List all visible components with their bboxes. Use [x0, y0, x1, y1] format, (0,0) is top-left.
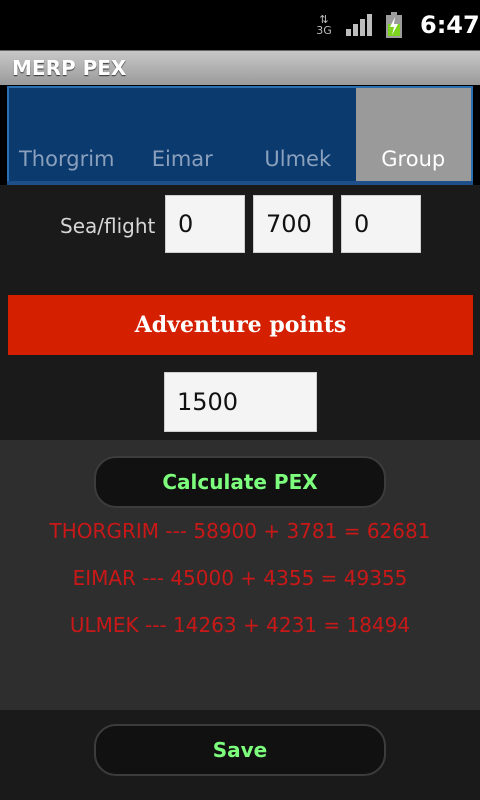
save-button[interactable]: Save	[94, 724, 386, 776]
app-title: MERP PEX	[12, 56, 127, 80]
result-thorgrim: THORGRIM --- 58900 + 3781 = 62681	[49, 519, 431, 543]
result-eimar: EIMAR --- 45000 + 4355 = 49355	[72, 566, 408, 590]
status-bar: ⇅ 3G 6:47	[0, 0, 480, 50]
tab-thorgrim[interactable]: Thorgrim	[9, 88, 125, 181]
result-ulmek: ULMEK --- 14263 + 4231 = 18494	[69, 613, 411, 637]
sea-flight-field-2[interactable]: 700	[253, 195, 333, 253]
tab-eimar[interactable]: Eimar	[125, 88, 241, 181]
sea-flight-label: Sea/flight	[60, 214, 156, 238]
adventure-points-header: Adventure points	[8, 295, 473, 355]
app-title-bar: MERP PEX	[0, 50, 480, 85]
tab-ulmek[interactable]: Ulmek	[240, 88, 356, 181]
calculate-pex-button[interactable]: Calculate PEX	[94, 456, 386, 508]
network-type: 3G	[316, 24, 332, 37]
sea-flight-field-3[interactable]: 0	[341, 195, 421, 253]
clock: 6:47	[420, 11, 480, 39]
tab-bar: Thorgrim Eimar Ulmek Group	[7, 86, 473, 183]
adventure-points-input[interactable]: 1500	[164, 372, 317, 432]
signal-icon	[346, 0, 374, 50]
battery-charging-icon	[386, 0, 408, 50]
data-activity-icon: ⇅ 3G	[316, 13, 332, 37]
tab-group[interactable]: Group	[355, 88, 471, 181]
sea-flight-field-1[interactable]: 0	[165, 195, 245, 253]
